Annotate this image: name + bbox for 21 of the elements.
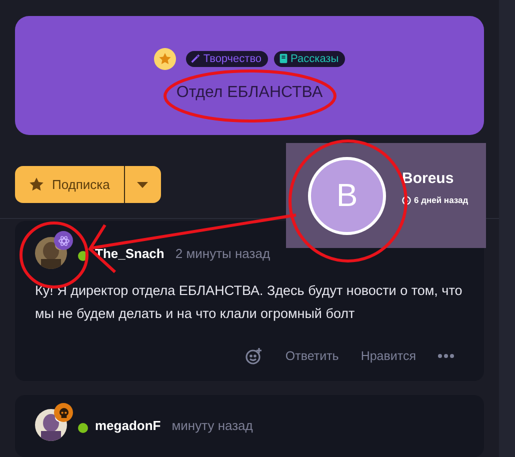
add-reaction-icon[interactable] [245, 347, 264, 366]
last-seen: 6 дней назад [402, 195, 468, 205]
star-icon [29, 177, 44, 192]
atom-icon [58, 234, 70, 247]
like-button[interactable]: Нравится [360, 349, 416, 364]
author-name[interactable]: The_Snach [95, 246, 164, 261]
page-title: Отдел ЕБЛАНСТВА [176, 84, 323, 102]
reply-button[interactable]: Ответить [285, 349, 339, 364]
dropdown-button[interactable] [124, 166, 161, 204]
more-icon[interactable] [438, 354, 454, 358]
user-avatar: B [308, 156, 386, 234]
clock-icon [402, 196, 411, 204]
post-time: 2 минуты назад [175, 246, 270, 261]
post-time: минуту назад [172, 418, 253, 433]
subscribe-button[interactable]: Подписка [15, 166, 125, 204]
caret-icon [137, 182, 148, 188]
author-name[interactable]: megadonF [95, 418, 161, 433]
category-tag[interactable]: Творчество [186, 50, 268, 67]
user-name[interactable]: Boreus [402, 170, 468, 187]
category-tag[interactable]: Рассказы [274, 50, 345, 67]
skull-icon [58, 406, 70, 419]
